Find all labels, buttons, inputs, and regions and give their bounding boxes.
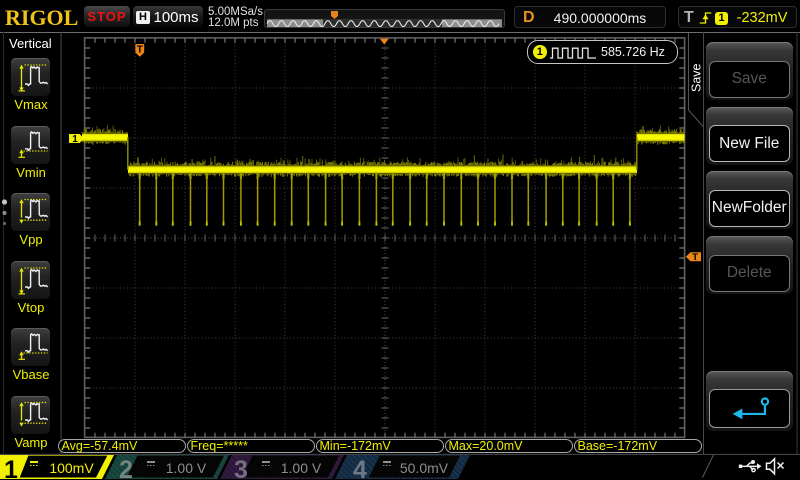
svg-text:1: 1	[72, 134, 78, 145]
svg-text:Save: Save	[690, 63, 704, 92]
svg-text:T: T	[137, 45, 143, 56]
svg-text:T: T	[692, 252, 698, 263]
